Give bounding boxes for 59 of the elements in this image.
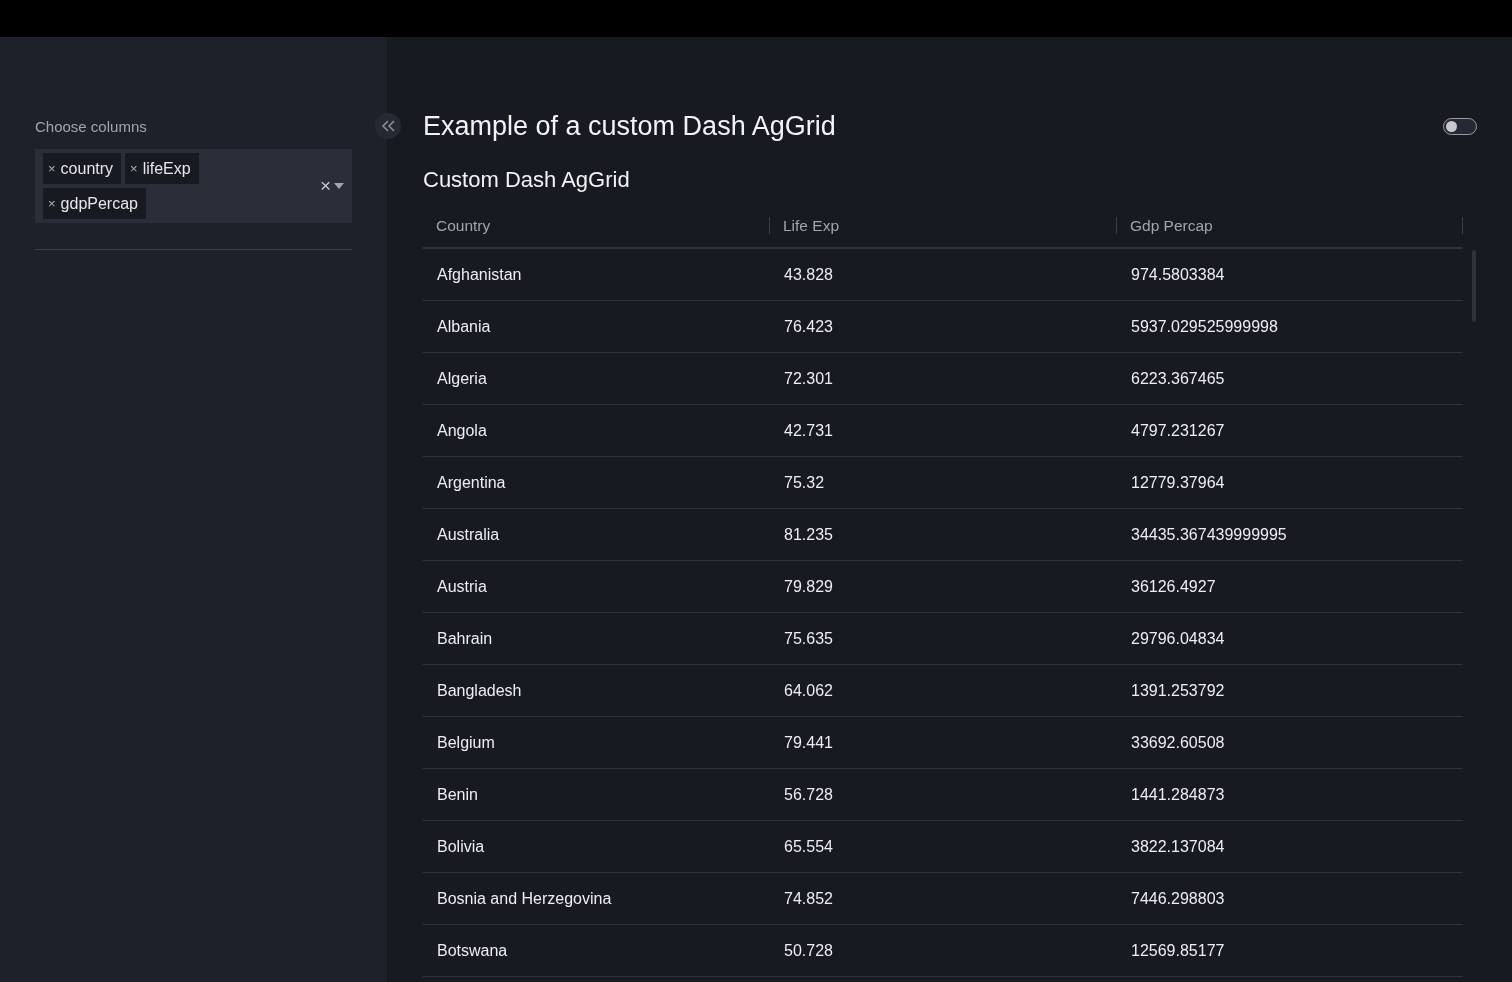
column-header[interactable]: Gdp Percap [1117, 216, 1463, 234]
table-cell-text: 65.554 [783, 837, 834, 856]
dropdown-label: Choose columns [35, 117, 148, 137]
table-cell-text: Afghanistan [436, 265, 523, 284]
table-cell-text: 79.441 [783, 733, 834, 752]
table-cell-text: Argentina [436, 473, 507, 492]
table-cell-text: Albania [436, 317, 492, 336]
grid-title: Custom Dash AgGrid [423, 166, 631, 194]
table-cell-text: Bolivia [436, 837, 486, 856]
page-title: Example of a custom Dash AgGrid [423, 110, 836, 142]
table-cell-text: 42.731 [783, 421, 834, 440]
column-header[interactable]: Life Exp [770, 216, 1117, 234]
table-cell-text: 81.235 [783, 525, 834, 544]
table-cell-text: 75.32 [783, 473, 826, 492]
column-header[interactable]: Country [423, 216, 770, 234]
column-tag: × lifeExp [125, 153, 199, 184]
table-cell-text: 1441.284873 [1130, 785, 1226, 804]
table-cell-text: 33692.60508 [1130, 733, 1226, 752]
column-tag: × country [43, 153, 122, 184]
table-cell-text: Bangladesh [436, 681, 523, 700]
table-cell-text: 36126.4927 [1130, 577, 1217, 596]
table-cell-text: 12779.37964 [1130, 473, 1226, 492]
table-cell-text: Australia [436, 525, 501, 544]
table-cell-text: 974.5803384 [1130, 265, 1226, 284]
table-cell-text: 74.852 [783, 889, 834, 908]
table-cell-text: Belgium [436, 733, 496, 752]
table-cell-text: 5937.029525999998 [1130, 317, 1279, 336]
table-cell-text: 64.062 [783, 681, 834, 700]
table-cell-text: 4797.231267 [1130, 421, 1226, 440]
table-cell-text: 29796.04834 [1130, 629, 1226, 648]
collapse-icon[interactable] [375, 113, 401, 139]
table-cell-text: Algeria [436, 369, 488, 388]
table-cell-text: 7446.298803 [1130, 889, 1226, 908]
table-cell-text: 1391.253792 [1130, 681, 1226, 700]
table-cell-text: Bahrain [436, 629, 494, 648]
table-cell-text: Bosnia and Herzegovina [436, 889, 613, 908]
table-cell-text: 50.728 [783, 941, 834, 960]
table-cell-text: 3822.137084 [1130, 837, 1226, 856]
table-cell-text: Austria [436, 577, 488, 596]
table-cell-text: 6223.367465 [1130, 369, 1226, 388]
column-tag: × gdpPercap [43, 188, 146, 219]
table-cell-text: Botswana [436, 941, 509, 960]
table-cell-text: 12569.85177 [1130, 941, 1226, 960]
caret-icon[interactable] [334, 183, 344, 189]
column-multiselect[interactable]: × country × lifeExp × gdpPercap × [35, 149, 352, 223]
table-cell-text: Angola [436, 421, 488, 440]
table-cell-text: 43.828 [783, 265, 834, 284]
table-cell-text: 79.829 [783, 577, 834, 596]
remove-icon[interactable]: × [48, 161, 56, 176]
table-cell-text: 56.728 [783, 785, 834, 804]
table-cell-text: 72.301 [783, 369, 834, 388]
theme-toggle[interactable] [1443, 117, 1477, 135]
remove-icon[interactable]: × [48, 196, 56, 211]
table-cell-text: 34435.367439999995 [1130, 525, 1288, 544]
table-cell-text: 76.423 [783, 317, 834, 336]
table-cell-text: 75.635 [783, 629, 834, 648]
table-cell-text: Benin [436, 785, 479, 804]
remove-icon[interactable]: × [130, 161, 138, 176]
clear-icon[interactable]: × [319, 175, 331, 197]
